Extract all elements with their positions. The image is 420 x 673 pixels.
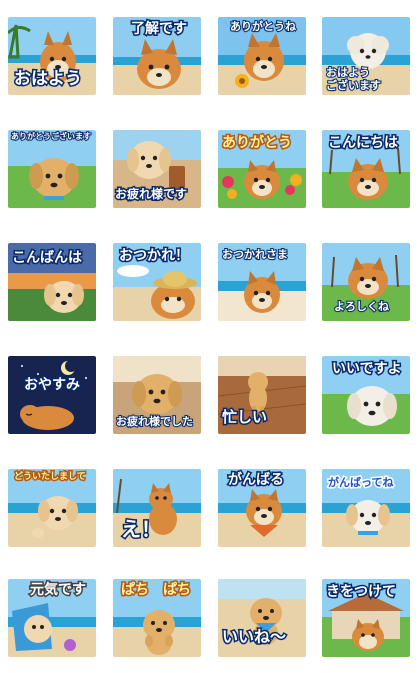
- sticker-caption: きをつけて: [325, 584, 398, 601]
- sticker-caption: がんばる: [227, 472, 286, 489]
- sticker-caption: こんばんは: [11, 250, 84, 267]
- sticker-caption: おはよう: [13, 69, 84, 89]
- sticker-caption: がんばってね: [326, 476, 394, 490]
- sticker-caption: おはよう ございます: [325, 65, 382, 92]
- sticker-19[interactable]: がんばる: [218, 469, 306, 547]
- sticker-caption: お疲れ様です: [113, 187, 188, 202]
- sticker-caption: お疲れ様でした: [115, 415, 194, 428]
- sticker-4[interactable]: おはよう ございます: [322, 17, 410, 95]
- sticker-10[interactable]: おつかれ！: [113, 243, 201, 321]
- sticker-1[interactable]: おはよう: [8, 17, 96, 95]
- sticker-caption: どういたしまして: [13, 471, 88, 483]
- sticker-caption: ありがとう: [221, 135, 294, 152]
- sticker-caption: ありがとうね: [229, 20, 297, 33]
- sticker-15[interactable]: 忙しい: [218, 356, 306, 434]
- sticker-caption: 忙しい: [220, 408, 268, 426]
- sticker-caption: おつかれ！: [118, 248, 191, 265]
- sticker-21[interactable]: 元気です: [8, 579, 96, 657]
- sticker-9[interactable]: こんばんは: [8, 243, 96, 321]
- sticker-caption: こんにちは: [327, 135, 400, 152]
- sticker-caption: おつかれさま: [221, 248, 289, 261]
- sticker-caption: ぱち ぱち: [120, 582, 193, 599]
- sticker-18[interactable]: え！: [113, 469, 201, 547]
- sticker-22[interactable]: ぱち ぱち: [113, 579, 201, 657]
- sticker-caption: 元気です: [29, 582, 88, 599]
- sticker-3[interactable]: ありがとうね: [218, 17, 306, 95]
- sticker-12[interactable]: よろしくね: [322, 243, 410, 321]
- sticker-5[interactable]: ありがとうございます: [8, 130, 96, 208]
- sticker-11[interactable]: おつかれさま: [218, 243, 306, 321]
- sticker-caption: いいですよ: [331, 361, 404, 378]
- sleeping-puppy-night-image: [8, 356, 96, 434]
- sticker-7[interactable]: ありがとう: [218, 130, 306, 208]
- sticker-grid: おはよう 了解です ありがとうね おはよう ございます ありがとうございます お…: [0, 0, 420, 673]
- sticker-16[interactable]: いいですよ: [322, 356, 410, 434]
- sticker-23[interactable]: いいね〜: [218, 579, 306, 657]
- sticker-caption: いいね〜: [220, 627, 287, 646]
- sticker-2[interactable]: 了解です: [113, 17, 201, 95]
- sticker-6[interactable]: お疲れ様です: [113, 130, 201, 208]
- sticker-caption: よろしくね: [333, 300, 390, 313]
- sticker-17[interactable]: どういたしまして: [8, 469, 96, 547]
- sticker-caption: ありがとうございます: [10, 132, 92, 142]
- sticker-caption: おやすみ: [23, 377, 82, 394]
- sticker-24[interactable]: きをつけて: [322, 579, 410, 657]
- sticker-8[interactable]: こんにちは: [322, 130, 410, 208]
- sticker-caption: え！: [120, 517, 163, 541]
- puppy-grass-image: [8, 130, 96, 208]
- sticker-caption: 了解です: [130, 21, 189, 38]
- sticker-13[interactable]: おやすみ: [8, 356, 96, 434]
- sticker-20[interactable]: がんばってね: [322, 469, 410, 547]
- sticker-14[interactable]: お疲れ様でした: [113, 356, 201, 434]
